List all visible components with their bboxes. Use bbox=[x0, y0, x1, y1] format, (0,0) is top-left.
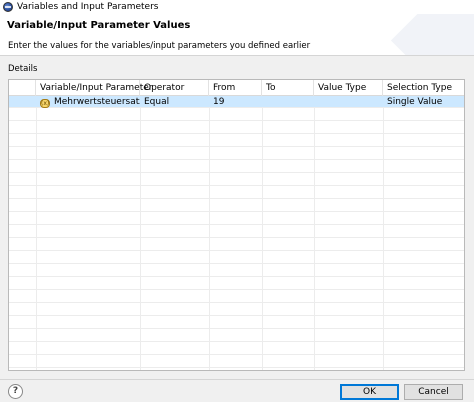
empty-table-row bbox=[9, 291, 464, 303]
variable-name: Mehrwertsteuersatz* bbox=[54, 97, 140, 107]
variable-icon: (x) bbox=[40, 99, 50, 108]
empty-table-row bbox=[9, 148, 464, 160]
empty-table-row bbox=[9, 161, 464, 173]
empty-table-row bbox=[9, 356, 464, 368]
title-bar: Variables and Input Parameters bbox=[0, 0, 474, 14]
parameters-table[interactable]: Variable/Input Parameter Operator From T… bbox=[8, 79, 465, 371]
value-type-cell[interactable] bbox=[314, 96, 383, 108]
details-label: Details bbox=[8, 64, 38, 74]
empty-table-row bbox=[9, 252, 464, 264]
empty-table-row bbox=[9, 317, 464, 329]
empty-table-row bbox=[9, 174, 464, 186]
dialog-title: Variable/Input Parameter Values bbox=[7, 20, 191, 31]
empty-table-row bbox=[9, 369, 464, 370]
empty-table-row bbox=[9, 122, 464, 134]
selection-type-cell[interactable]: Single Value bbox=[383, 96, 464, 108]
column-header-variable[interactable]: Variable/Input Parameter bbox=[36, 80, 152, 96]
empty-table-row bbox=[9, 135, 464, 147]
empty-table-row bbox=[9, 343, 464, 355]
empty-table-row bbox=[9, 330, 464, 342]
table-header: Variable/Input Parameter Operator From T… bbox=[9, 80, 464, 96]
operator-cell[interactable]: Equal bbox=[140, 96, 209, 108]
header-decoration bbox=[390, 14, 474, 55]
empty-table-row bbox=[9, 304, 464, 316]
ok-button[interactable]: OK bbox=[340, 384, 399, 400]
variable-cell[interactable]: (x) Mehrwertsteuersatz* bbox=[36, 96, 140, 108]
app-icon bbox=[3, 2, 13, 12]
column-header-operator[interactable]: Operator bbox=[140, 80, 209, 96]
empty-table-row bbox=[9, 109, 464, 121]
empty-table-row bbox=[9, 265, 464, 277]
empty-table-row bbox=[9, 187, 464, 199]
from-cell[interactable]: 19 bbox=[209, 96, 262, 108]
dialog-description: Enter the values for the variables/input… bbox=[8, 41, 311, 51]
empty-table-row bbox=[9, 200, 464, 212]
help-icon[interactable]: ? bbox=[8, 384, 23, 399]
dialog-header: Variable/Input Parameter Values Enter th… bbox=[0, 14, 474, 56]
column-header-selection-type[interactable]: Selection Type bbox=[383, 80, 464, 96]
empty-table-row bbox=[9, 213, 464, 225]
cancel-button[interactable]: Cancel bbox=[404, 384, 463, 400]
window-title: Variables and Input Parameters bbox=[17, 2, 159, 12]
column-header-rownum[interactable] bbox=[9, 80, 36, 96]
table-row[interactable]: (x) Mehrwertsteuersatz* Equal 19 Single V… bbox=[9, 96, 464, 108]
empty-table-row bbox=[9, 278, 464, 290]
column-header-to[interactable]: To bbox=[262, 80, 314, 96]
empty-table-row bbox=[9, 239, 464, 251]
to-cell[interactable] bbox=[262, 96, 314, 108]
empty-table-row bbox=[9, 226, 464, 238]
column-header-from[interactable]: From bbox=[209, 80, 262, 96]
button-bar-separator bbox=[0, 379, 474, 380]
column-header-value-type[interactable]: Value Type bbox=[314, 80, 383, 96]
